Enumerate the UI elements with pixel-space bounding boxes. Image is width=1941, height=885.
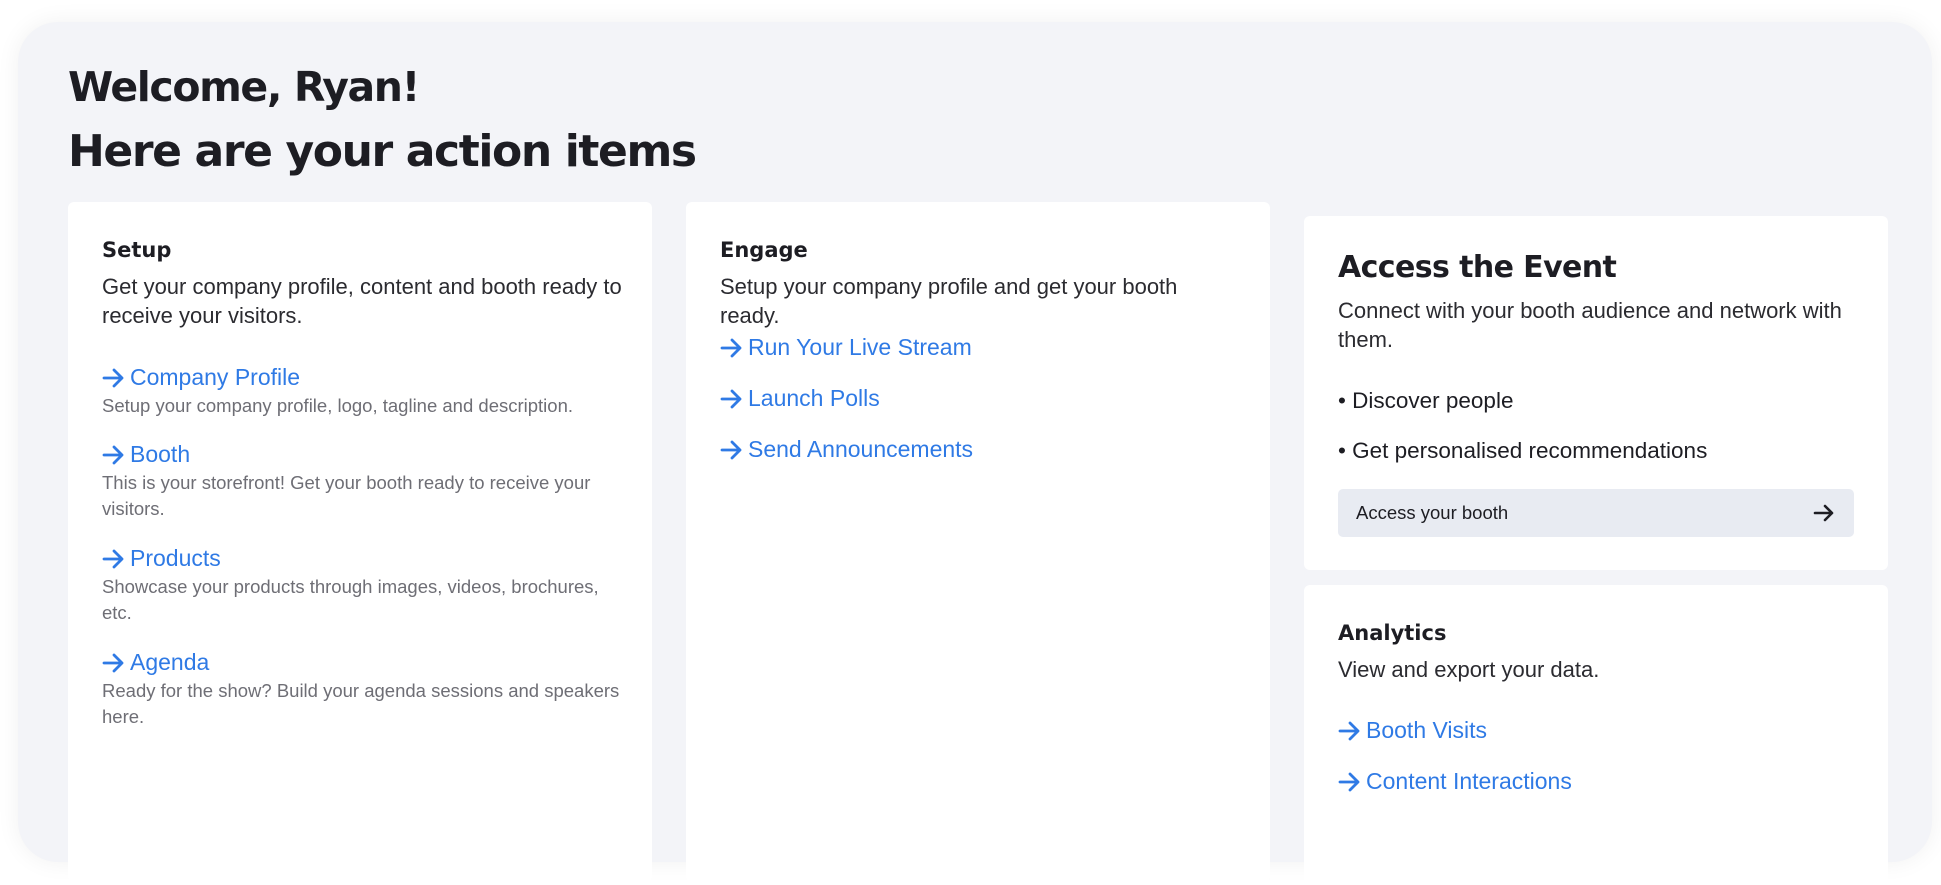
discover-people-bullet: • Discover people <box>1338 388 1514 413</box>
access-booth-button[interactable]: Access your booth <box>1338 489 1854 537</box>
products-label: Products <box>130 545 221 571</box>
booth-link[interactable]: Booth <box>102 441 190 468</box>
company-profile-link[interactable]: Company Profile <box>102 364 300 391</box>
launch-polls-link[interactable]: Launch Polls <box>720 385 880 412</box>
arrow-right-icon <box>1338 720 1362 742</box>
booth-visits-link[interactable]: Booth Visits <box>1338 717 1487 744</box>
access-event-title: Access the Event <box>1338 250 1617 285</box>
access-event-description: Connect with your booth audience and net… <box>1338 298 1842 352</box>
arrow-right-icon <box>720 388 744 410</box>
agenda-description: Ready for the show? Build your agenda se… <box>102 680 620 727</box>
recommendations-bullet: • Get personalised recommendations <box>1338 438 1708 463</box>
products-description: Showcase your products through images, v… <box>102 576 599 623</box>
action-items-heading: Here are your action items <box>68 126 697 177</box>
arrow-right-icon <box>720 439 744 461</box>
setup-card: Setup Get your company profile, content … <box>68 202 652 882</box>
arrow-right-icon <box>102 444 126 466</box>
arrow-right-icon <box>102 367 126 389</box>
arrow-right-icon <box>1338 771 1362 793</box>
setup-title: Setup <box>102 238 172 262</box>
live-stream-label: Run Your Live Stream <box>748 334 972 360</box>
setup-description: Get your company profile, content and bo… <box>102 274 622 328</box>
arrow-right-icon <box>102 548 126 570</box>
products-link[interactable]: Products <box>102 545 221 572</box>
arrow-right-icon <box>1812 502 1836 524</box>
analytics-title: Analytics <box>1338 621 1447 645</box>
access-event-card: Access the Event Connect with your booth… <box>1304 216 1888 570</box>
arrow-right-icon <box>102 652 126 674</box>
company-profile-description: Setup your company profile, logo, taglin… <box>102 395 574 416</box>
arrow-right-icon <box>720 337 744 359</box>
send-announcements-link[interactable]: Send Announcements <box>720 436 973 463</box>
booth-visits-label: Booth Visits <box>1366 717 1488 743</box>
agenda-label: Agenda <box>130 649 210 675</box>
booth-label: Booth <box>130 441 191 467</box>
welcome-heading: Welcome, Ryan! <box>68 63 420 111</box>
engage-card: Engage Setup your company profile and ge… <box>686 202 1270 882</box>
engage-description: Setup your company profile and get your … <box>720 274 1178 328</box>
booth-description: This is your storefront! Get your booth … <box>102 472 591 519</box>
launch-polls-label: Launch Polls <box>748 385 880 411</box>
company-profile-label: Company Profile <box>130 364 301 390</box>
content-interactions-label: Content Interactions <box>1366 768 1572 794</box>
send-announcements-label: Send Announcements <box>748 436 974 462</box>
content-interactions-link[interactable]: Content Interactions <box>1338 768 1572 795</box>
live-stream-link[interactable]: Run Your Live Stream <box>720 334 972 361</box>
access-booth-label: Access your booth <box>1356 502 1509 523</box>
agenda-link[interactable]: Agenda <box>102 649 209 676</box>
analytics-description: View and export your data. <box>1338 657 1600 682</box>
analytics-card: Analytics View and export your data. Boo… <box>1304 585 1888 885</box>
engage-title: Engage <box>720 238 808 262</box>
